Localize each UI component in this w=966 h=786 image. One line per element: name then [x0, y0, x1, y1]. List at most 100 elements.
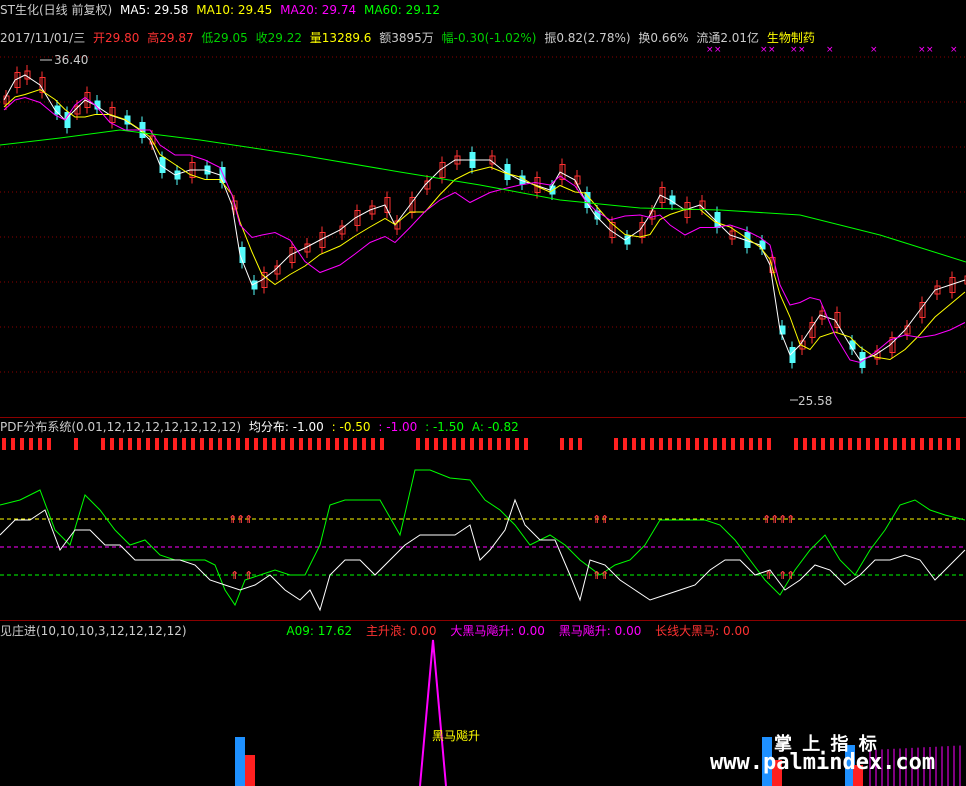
pdf-v2: : -1.00 — [378, 420, 418, 434]
pdf-signal-bar — [803, 438, 807, 450]
pdf-title: PDF分布系统(0.01,12,12,12,12,12,12,12) — [0, 420, 242, 434]
pdf-signal-bar — [434, 438, 438, 450]
pdf-signal-bar — [191, 438, 195, 450]
pdf-signal-bar — [362, 438, 366, 450]
pdf-signal-bar — [227, 438, 231, 450]
pdf-v1: : -0.50 — [331, 420, 371, 434]
pdf-signal-bar — [956, 438, 960, 450]
pdf-signal-bar — [614, 438, 618, 450]
pdf-signal-bar — [182, 438, 186, 450]
pdf-signal-bar — [137, 438, 141, 450]
pdf-signal-bar — [335, 438, 339, 450]
pdf-signal-bar — [524, 438, 528, 450]
pdf-signal-bar — [380, 438, 384, 450]
pdf-signal-bar — [488, 438, 492, 450]
pdf-signal-bar — [722, 438, 726, 450]
pdf-signal-bar — [38, 438, 42, 450]
pdf-signal-bar — [731, 438, 735, 450]
buy-arrow-icon: ⇑ — [786, 569, 795, 582]
pdf-signal-bar — [200, 438, 204, 450]
buy-arrow-icon: ⇑ — [592, 513, 601, 526]
pdf-signal-bar — [245, 438, 249, 450]
signal-marker: × — [798, 45, 806, 55]
zsl-value: 主升浪: 0.00 — [365, 624, 437, 638]
pdf-signal-bar — [866, 438, 870, 450]
pdf-signal-bar — [812, 438, 816, 450]
pdf-signal-bar — [560, 438, 564, 450]
pdf-signal-bar — [821, 438, 825, 450]
pdf-signal-bar — [263, 438, 267, 450]
pdf-signal-bar — [947, 438, 951, 450]
pdf-white-line — [0, 498, 966, 612]
pdf-signal-bar — [47, 438, 51, 450]
pdf-signal-bar — [632, 438, 636, 450]
pdf-signal-bar — [344, 438, 348, 450]
candle-body — [64, 112, 71, 128]
pdf-signal-bar — [164, 438, 168, 450]
pdf-signal-bar — [659, 438, 663, 450]
buy-arrow-icon: ⇑ — [770, 513, 779, 526]
pdf-signal-bar — [569, 438, 573, 450]
pdf-signal-bar — [884, 438, 888, 450]
pdf-signal-bar — [497, 438, 501, 450]
pdf-signal-bar — [353, 438, 357, 450]
pdf-signal-bar — [299, 438, 303, 450]
pdf-signal-bar — [119, 438, 123, 450]
pdf-signal-bar — [74, 438, 78, 450]
pdf-signal-bar — [650, 438, 654, 450]
candle-body — [714, 212, 721, 228]
signal-marker: × — [950, 45, 958, 55]
a09-value: A09: 17.62 — [286, 624, 353, 638]
buy-arrow-icon: ⇑ — [592, 569, 601, 582]
pdf-a: A: -0.82 — [471, 420, 519, 434]
zhuang-title: 见庄进(10,10,10,3,12,12,12,12) — [0, 624, 187, 638]
pdf-signal-bar — [929, 438, 933, 450]
pdf-signal-bar — [236, 438, 240, 450]
buy-arrow-icon: ⇑ — [764, 569, 773, 582]
buy-arrow-icon: ⇑ — [600, 513, 609, 526]
pdf-signal-bar — [20, 438, 24, 450]
low-price-label: 25.58 — [798, 394, 833, 408]
buy-arrow-icon: ⇑ — [236, 513, 245, 526]
pdf-signal-bar — [830, 438, 834, 450]
signal-marker: × — [706, 45, 714, 55]
buy-arrow-icon: ⇑ — [600, 569, 609, 582]
signal-marker: × — [768, 45, 776, 55]
pdf-signal-bar — [146, 438, 150, 450]
buy-arrow-icon: ⇑ — [244, 569, 253, 582]
candle-body — [584, 192, 591, 208]
buy-arrow-icon: ⇑ — [762, 513, 771, 526]
pdf-signal-bar — [515, 438, 519, 450]
zhuang-panel-header: 见庄进(10,10,10,3,12,12,12,12) A09: 17.62 主… — [0, 624, 754, 638]
cxdhm-value: 长线大黑马: 0.00 — [655, 624, 750, 638]
pdf-panel-header: PDF分布系统(0.01,12,12,12,12,12,12,12) 均分布: … — [0, 420, 523, 434]
pdf-signal-bar — [578, 438, 582, 450]
pdf-signal-bar — [479, 438, 483, 450]
buy-arrow-icon: ⇑ — [778, 569, 787, 582]
volume-bar-blue — [235, 737, 245, 786]
pdf-signal-bar — [110, 438, 114, 450]
pdf-signal-bar — [857, 438, 861, 450]
pdf-signal-bar — [677, 438, 681, 450]
pdf-signal-bar — [416, 438, 420, 450]
pdf-signal-bar — [254, 438, 258, 450]
buy-arrow-icon: ⇑ — [230, 569, 239, 582]
pdf-signal-bar — [902, 438, 906, 450]
pdf-signal-bar — [848, 438, 852, 450]
pdf-signal-bar — [623, 438, 627, 450]
heima-annotation: 黑马飚升 — [432, 729, 481, 743]
pdf-signal-bar — [875, 438, 879, 450]
pdf-signal-bar — [2, 438, 6, 450]
pdf-signal-bar — [938, 438, 942, 450]
price-chart[interactable]: × × × × × × × × × × × — [0, 0, 966, 415]
pdf-signal-bar — [794, 438, 798, 450]
pdf-signal-bar — [101, 438, 105, 450]
pdf-signal-bar — [272, 438, 276, 450]
pdf-signal-bar — [740, 438, 744, 450]
pdf-signal-bar — [470, 438, 474, 450]
pdf-signal-bar — [443, 438, 447, 450]
panel-divider — [0, 417, 966, 418]
pdf-signal-bar — [371, 438, 375, 450]
pdf-signal-bar — [452, 438, 456, 450]
signal-marker: × — [760, 45, 768, 55]
